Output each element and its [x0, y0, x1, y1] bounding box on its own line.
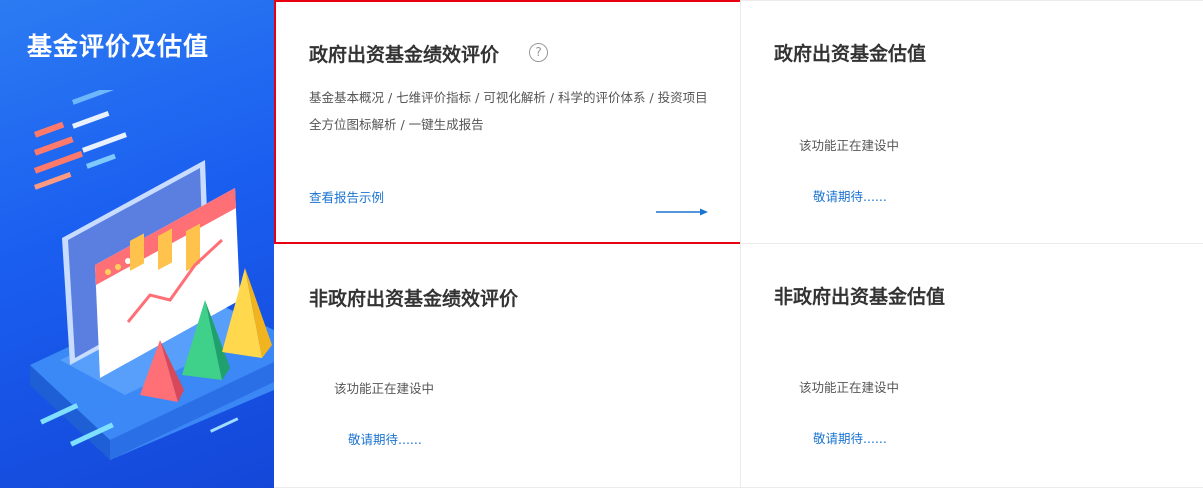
- coming-soon-link[interactable]: 敬请期待......: [813, 186, 887, 205]
- function-card-grid: 政府出资基金绩效评价 ? 基金基本概况 / 七维评价指标 / 可视化解析 / 科…: [274, 0, 1203, 488]
- sidebar-panel: 基金评价及估值: [0, 0, 274, 488]
- card-nongov-fund-valuation[interactable]: 非政府出资基金估值 该功能正在建设中 敬请期待......: [740, 244, 1203, 488]
- status-text: 该功能正在建设中: [334, 381, 435, 396]
- sidebar-title: 基金评价及估值: [27, 32, 210, 61]
- decorative-lines: [33, 90, 127, 190]
- status-text: 该功能正在建设中: [799, 138, 900, 153]
- status-text: 该功能正在建设中: [799, 380, 900, 395]
- card-title: 非政府出资基金估值: [774, 286, 946, 308]
- dashboard-chart-illustration: [30, 90, 274, 460]
- card-title: 非政府出资基金绩效评价: [309, 288, 519, 310]
- card-title: 政府出资基金估值: [774, 43, 927, 65]
- card-description: 基金基本概况 / 七维评价指标 / 可视化解析 / 科学的评价体系 / 投资项目…: [309, 90, 708, 132]
- coming-soon-link[interactable]: 敬请期待......: [348, 429, 422, 448]
- view-report-sample-link[interactable]: 查看报告示例: [309, 187, 384, 206]
- card-nongov-fund-performance[interactable]: 非政府出资基金绩效评价 该功能正在建设中 敬请期待......: [274, 244, 740, 488]
- card-gov-fund-performance[interactable]: 政府出资基金绩效评价 ? 基金基本概况 / 七维评价指标 / 可视化解析 / 科…: [274, 0, 742, 244]
- card-title: 政府出资基金绩效评价: [309, 44, 500, 66]
- arrow-right-icon[interactable]: [656, 207, 708, 217]
- coming-soon-link[interactable]: 敬请期待......: [813, 428, 887, 447]
- card-gov-fund-valuation[interactable]: 政府出资基金估值 该功能正在建设中 敬请期待......: [740, 0, 1203, 244]
- help-icon[interactable]: ?: [529, 43, 548, 62]
